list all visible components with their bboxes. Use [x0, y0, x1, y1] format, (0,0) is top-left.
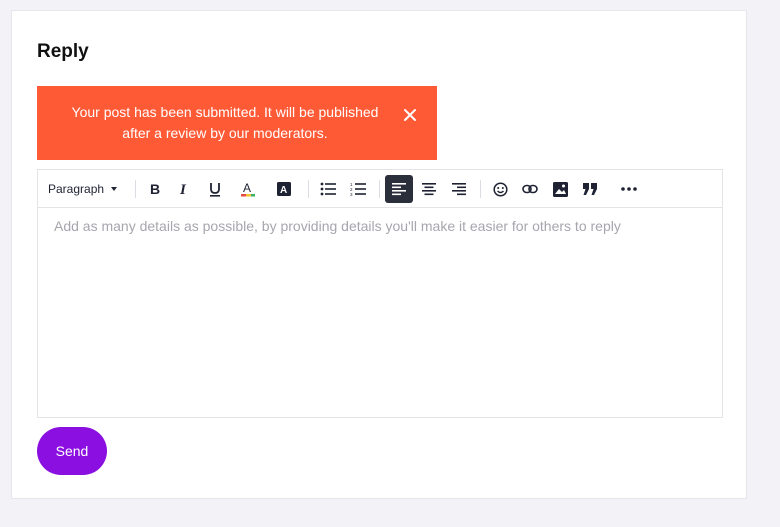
toolbar-divider — [480, 180, 481, 198]
toolbar-divider — [135, 180, 136, 198]
svg-text:3: 3 — [350, 192, 353, 196]
align-center-icon[interactable] — [415, 175, 443, 203]
toast-message: Your post has been submitted. It will be… — [71, 104, 379, 141]
reply-title: Reply — [37, 41, 89, 62]
send-button[interactable]: Send — [37, 427, 107, 475]
submission-toast: Your post has been submitted. It will be… — [37, 86, 437, 160]
background-color-icon[interactable]: A — [270, 175, 298, 203]
paragraph-format-dropdown[interactable]: Paragraph — [48, 175, 118, 203]
align-left-icon[interactable] — [385, 175, 413, 203]
emoji-icon[interactable] — [486, 175, 514, 203]
toolbar-divider — [379, 180, 380, 198]
editor-placeholder: Add as many details as possible, by prov… — [54, 218, 621, 234]
svg-text:B: B — [150, 182, 160, 196]
bullet-list-icon[interactable] — [314, 175, 342, 203]
image-icon[interactable] — [546, 175, 574, 203]
reply-editor: Paragraph B I A A 1 2 3 Add as many deta… — [37, 169, 723, 418]
quote-icon[interactable] — [576, 175, 604, 203]
reply-card: Reply Your post has been submitted. It w… — [11, 10, 747, 499]
caret-down-icon — [111, 187, 118, 191]
svg-text:A: A — [280, 185, 287, 196]
editor-toolbar: Paragraph B I A A 1 2 3 — [38, 170, 722, 208]
toolbar-divider — [308, 180, 309, 198]
numbered-list-icon[interactable]: 123 — [344, 175, 372, 203]
svg-text:I: I — [179, 182, 187, 196]
link-icon[interactable] — [516, 175, 544, 203]
align-right-icon[interactable] — [445, 175, 473, 203]
font-color-icon[interactable]: A — [234, 175, 262, 203]
paragraph-format-label: Paragraph — [48, 182, 105, 196]
close-icon[interactable] — [401, 106, 419, 124]
reply-text-area[interactable]: Add as many details as possible, by prov… — [38, 209, 722, 417]
svg-text:A: A — [243, 181, 251, 195]
italic-icon[interactable]: I — [171, 175, 199, 203]
more-icon[interactable] — [615, 175, 643, 203]
underline-icon[interactable] — [201, 175, 229, 203]
bold-icon[interactable]: B — [141, 175, 169, 203]
